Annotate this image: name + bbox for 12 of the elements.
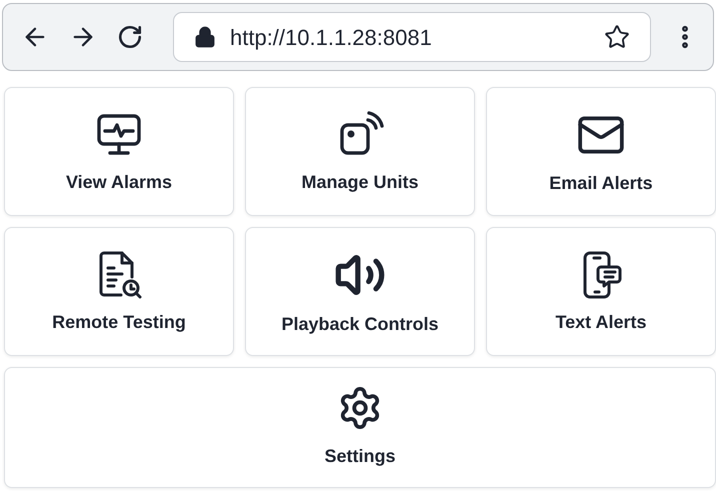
bookmark-star-icon[interactable] [604, 24, 630, 50]
menu-tile[interactable]: Manage Units [245, 87, 475, 216]
menu-tile[interactable]: Remote Testing [4, 227, 234, 356]
menu-tile[interactable]: Text Alerts [486, 227, 716, 356]
menu-tile[interactable]: Playback Controls [245, 227, 475, 356]
menu-tile[interactable]: View Alarms [4, 87, 234, 216]
lock-icon [194, 26, 216, 48]
settings-tile[interactable]: Settings [4, 367, 716, 488]
address-field[interactable]: http://10.1.1.28:8081 [173, 12, 651, 62]
url-text: http://10.1.1.28:8081 [230, 24, 433, 52]
reload-icon[interactable] [117, 24, 143, 50]
menu-tile[interactable]: Email Alerts [486, 87, 716, 216]
